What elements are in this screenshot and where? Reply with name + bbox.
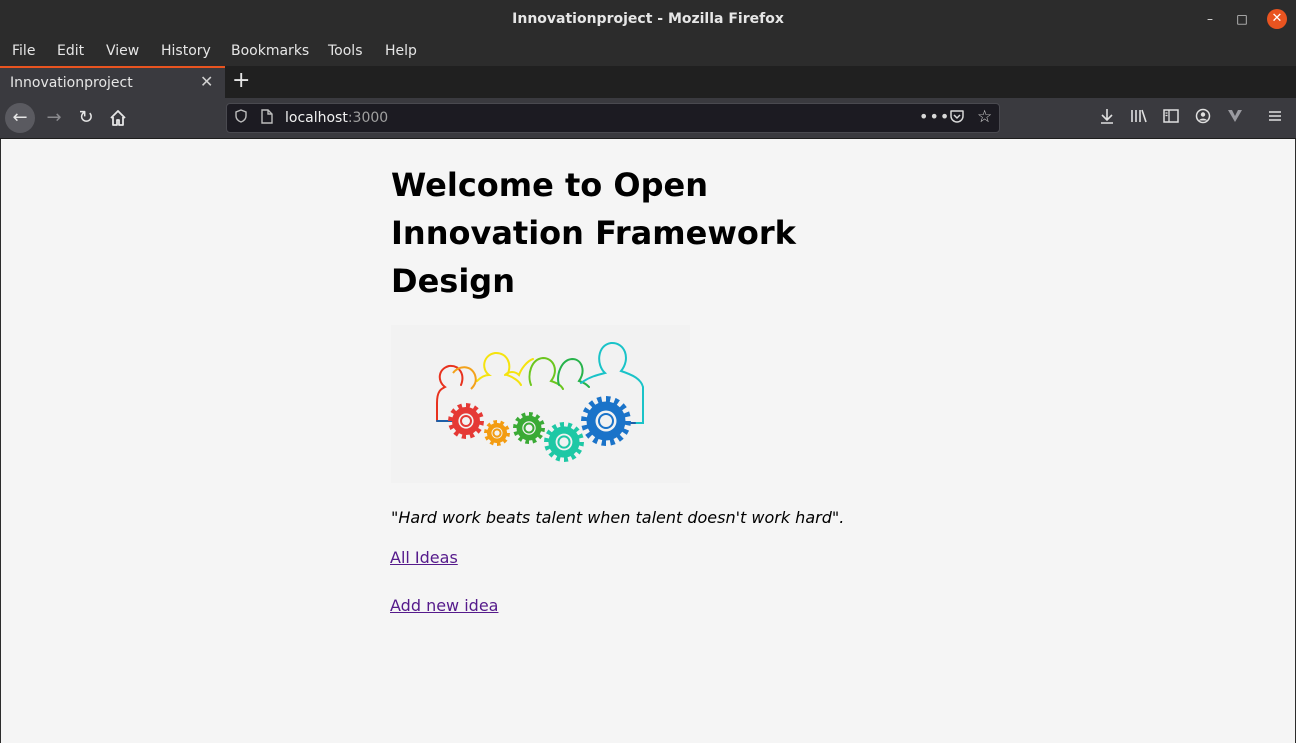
sidebar-icon[interactable]: [1160, 108, 1182, 127]
downloads-icon[interactable]: [1096, 108, 1118, 128]
url-text[interactable]: localhost:3000: [285, 110, 388, 126]
person-outline: [452, 366, 477, 390]
menu-help[interactable]: Help: [385, 43, 417, 59]
library-icon[interactable]: [1128, 108, 1150, 128]
menu-bar: File Edit View History Bookmarks Tools H…: [0, 38, 1296, 66]
bookmark-star-icon[interactable]: ☆: [977, 107, 992, 127]
page-title: Welcome to Open Innovation Framework Des…: [391, 166, 796, 300]
window-titlebar: Innovationproject - Mozilla Firefox – □ …: [0, 0, 1296, 38]
new-tab-icon[interactable]: +: [232, 68, 250, 93]
tab-strip: Innovationproject ✕ +: [0, 66, 1296, 98]
hamburger-menu-icon[interactable]: [1264, 108, 1286, 127]
menu-view[interactable]: View: [106, 43, 139, 59]
add-new-idea-link[interactable]: Add new idea: [390, 596, 498, 615]
close-tab-icon[interactable]: ✕: [200, 72, 213, 91]
home-icon[interactable]: [103, 103, 133, 133]
menu-tools[interactable]: Tools: [328, 43, 363, 59]
maximize-icon[interactable]: □: [1232, 9, 1252, 29]
reload-icon[interactable]: ↻: [71, 103, 101, 133]
close-window-icon[interactable]: ✕: [1267, 9, 1287, 29]
hero-image: [391, 325, 690, 483]
back-icon[interactable]: ←: [5, 103, 35, 133]
person-outline: [557, 357, 590, 388]
quote-text: "Hard work beats talent when talent does…: [391, 508, 845, 527]
forward-icon[interactable]: →: [39, 103, 69, 133]
navigation-bar: ← → ↻ localhost:3000 ••• ☆: [0, 98, 1296, 139]
tab-label: Innovationproject: [10, 75, 133, 91]
url-port: :3000: [347, 110, 389, 126]
account-icon[interactable]: [1192, 108, 1214, 128]
menu-history[interactable]: History: [161, 43, 211, 59]
person-outline: [476, 351, 522, 386]
page-actions-icon[interactable]: •••: [919, 107, 950, 126]
menu-edit[interactable]: Edit: [57, 43, 84, 59]
tracking-shield-icon[interactable]: [235, 109, 247, 127]
menu-file[interactable]: File: [12, 43, 35, 59]
window-title: Innovationproject - Mozilla Firefox: [512, 11, 784, 27]
all-ideas-link[interactable]: All Ideas: [390, 548, 458, 567]
url-host: localhost: [285, 110, 348, 126]
url-bar[interactable]: localhost:3000 ••• ☆: [226, 103, 1000, 133]
minimize-icon[interactable]: –: [1200, 9, 1220, 29]
tab-innovationproject[interactable]: Innovationproject ✕: [0, 66, 225, 98]
extension-v-icon[interactable]: [1224, 108, 1246, 128]
pocket-icon[interactable]: [949, 109, 965, 128]
menu-bookmarks[interactable]: Bookmarks: [231, 43, 309, 59]
page-content: Welcome to Open Innovation Framework Des…: [0, 139, 1296, 743]
page-info-icon[interactable]: [261, 109, 273, 128]
